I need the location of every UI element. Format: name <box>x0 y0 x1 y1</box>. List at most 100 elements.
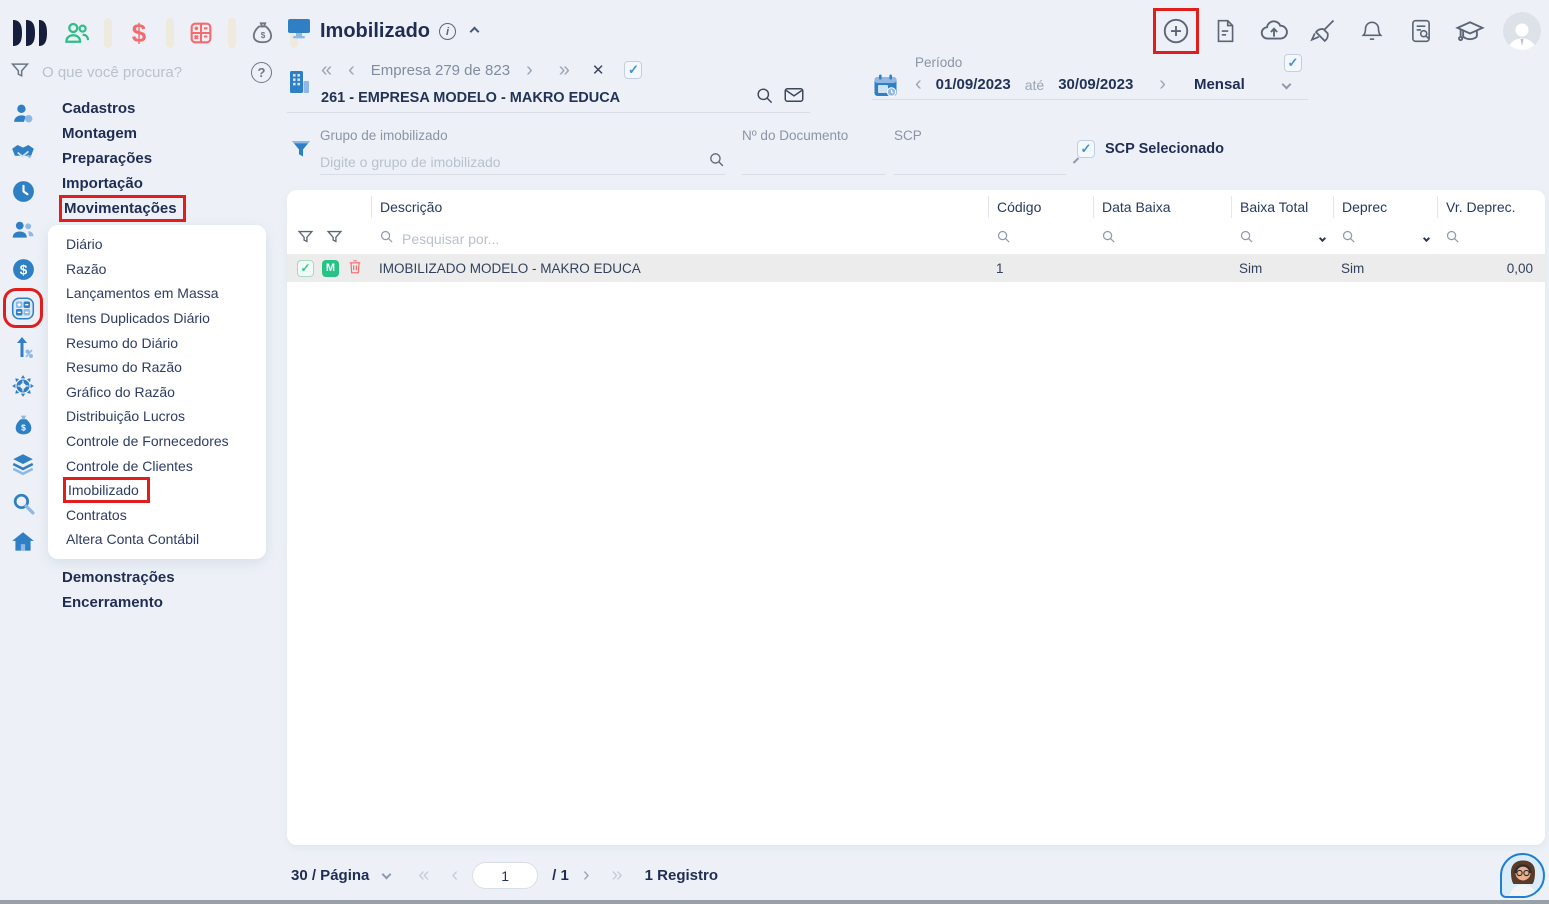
row-m-badge[interactable]: M <box>322 259 339 277</box>
submenu-item-resumo-do-diario[interactable]: Resumo do Diário <box>48 330 266 355</box>
period-end-date[interactable]: 30/09/2023 <box>1058 76 1133 93</box>
period-mode-chevron-icon[interactable] <box>1281 79 1292 90</box>
global-search-placeholder[interactable]: O que você procura? <box>42 64 239 81</box>
company-prev-button[interactable]: ‹ <box>348 59 355 82</box>
search-icon[interactable] <box>1101 229 1116 249</box>
last-page-button[interactable]: » <box>612 864 623 887</box>
sidebar-item-movimentacoes[interactable]: Movimentações <box>0 195 282 222</box>
chevron-down-icon[interactable] <box>1318 234 1327 243</box>
filter-icon <box>289 136 313 167</box>
table-search-input[interactable] <box>402 230 980 247</box>
company-search-icon[interactable] <box>755 86 774 110</box>
submenu-item-lancamentos-em-massa[interactable]: Lançamentos em Massa <box>48 281 266 306</box>
graduation-cap-icon[interactable] <box>1454 15 1486 47</box>
page-number-input[interactable] <box>472 862 539 889</box>
chevron-down-icon[interactable] <box>381 869 392 879</box>
info-icon[interactable]: i <box>439 23 456 40</box>
sidebar-item-importacao[interactable]: Importação <box>0 171 282 196</box>
period-start-date[interactable]: 01/09/2023 <box>936 76 1011 93</box>
per-page-select[interactable]: 30 / Página <box>291 867 369 884</box>
controls-column-header <box>287 196 371 218</box>
next-page-button[interactable]: › <box>583 864 590 887</box>
prev-page-button[interactable]: ‹ <box>452 864 459 887</box>
trash-icon[interactable] <box>347 258 363 278</box>
row-checkbox[interactable]: ✓ <box>297 259 314 277</box>
search-icon[interactable] <box>708 151 725 173</box>
cell-vr-deprec: 0,00 <box>1506 260 1533 276</box>
group-filter-input[interactable] <box>320 153 708 170</box>
chevron-down-icon[interactable] <box>1422 234 1431 243</box>
divider <box>104 18 112 48</box>
column-header-vr-deprec[interactable]: Vr. Deprec. <box>1437 195 1545 218</box>
search-icon[interactable] <box>1239 229 1254 249</box>
sidebar-item-preparacoes[interactable]: Preparações <box>0 146 282 171</box>
submenu-item-razao[interactable]: Razão <box>48 257 266 282</box>
first-page-button[interactable]: « <box>418 864 429 887</box>
filter-funnel-icon[interactable] <box>326 228 343 250</box>
support-chat-avatar[interactable] <box>1500 853 1545 898</box>
submenu-item-altera-conta-contabil[interactable]: Altera Conta Contábil <box>48 527 266 552</box>
help-icon[interactable]: ? <box>251 62 272 83</box>
company-first-button[interactable]: « <box>321 59 332 82</box>
period-selector: Período ✓ ‹ 01/09/2023 até 30/09/2023 › … <box>872 54 1308 100</box>
column-header-codigo[interactable]: Código <box>988 195 1093 218</box>
period-separator: até <box>1024 76 1045 93</box>
sidebar-item-encerramento[interactable]: Encerramento <box>0 590 282 615</box>
period-checkbox[interactable]: ✓ <box>1284 54 1302 72</box>
money-bag-icon[interactable]: $ <box>246 16 280 50</box>
period-prev-button[interactable]: ‹ <box>915 73 922 96</box>
calculator-icon[interactable] <box>184 16 218 50</box>
report-file-icon[interactable] <box>1209 15 1241 47</box>
company-last-button[interactable]: » <box>559 59 570 82</box>
column-header-data-baixa[interactable]: Data Baixa <box>1093 195 1231 218</box>
period-mode[interactable]: Mensal <box>1194 76 1245 93</box>
cloud-upload-icon[interactable] <box>1258 15 1290 47</box>
submenu-item-controle-de-fornecedores[interactable]: Controle de Fornecedores <box>48 429 266 454</box>
submenu-item-resumo-do-razao[interactable]: Resumo do Razão <box>48 355 266 380</box>
column-header-baixa-total[interactable]: Baixa Total <box>1231 195 1333 218</box>
search-icon[interactable] <box>996 229 1011 249</box>
page-title: Imobilizado <box>320 20 430 42</box>
column-header-descricao[interactable]: Descrição <box>371 195 988 218</box>
audit-search-icon[interactable] <box>1405 15 1437 47</box>
table-row[interactable]: ✓ M IMOBILIZADO MODELO - MAKRO EDUCA 1 S… <box>287 254 1545 282</box>
people-icon[interactable] <box>60 16 94 50</box>
company-name: 261 - EMPRESA MODELO - MAKRO EDUCA <box>321 89 621 106</box>
submenu-item-itens-duplicados-diario[interactable]: Itens Duplicados Diário <box>48 306 266 331</box>
global-search[interactable]: O que você procura? ? <box>10 60 272 85</box>
building-icon <box>287 69 311 100</box>
broom-icon[interactable] <box>1307 15 1339 47</box>
submenu-item-controle-de-clientes[interactable]: Controle de Clientes <box>48 453 266 478</box>
sidebar-item-cadastros[interactable]: Cadastros <box>0 96 282 121</box>
filter-icon <box>10 60 30 85</box>
add-button[interactable] <box>1153 8 1199 54</box>
table-filter-row <box>287 223 1545 254</box>
submenu-item-distribuicao-lucros[interactable]: Distribuição Lucros <box>48 404 266 429</box>
column-header-deprec[interactable]: Deprec <box>1333 195 1437 218</box>
scp-filter-select[interactable] <box>894 153 1075 170</box>
scp-filter-label: SCP <box>894 128 922 143</box>
search-icon[interactable] <box>1341 229 1356 249</box>
cell-baixa-total: Sim <box>1239 260 1263 276</box>
filter-funnel-icon[interactable] <box>297 228 314 250</box>
submenu-item-contratos[interactable]: Contratos <box>48 503 266 528</box>
company-clear-icon[interactable]: ✕ <box>592 61 605 79</box>
dollar-icon[interactable]: $ <box>122 16 156 50</box>
company-checkbox[interactable]: ✓ <box>624 61 643 79</box>
company-next-button[interactable]: › <box>526 59 533 82</box>
scp-selected-checkbox[interactable]: ✓ <box>1077 140 1095 158</box>
imobilizado-table-panel: Descrição Código Data Baixa Baixa Total … <box>287 190 1545 845</box>
bell-icon[interactable] <box>1356 15 1388 47</box>
divider <box>166 18 174 48</box>
submenu-item-grafico-do-razao[interactable]: Gráfico do Razão <box>48 380 266 405</box>
submenu-item-imobilizado[interactable]: Imobilizado <box>48 477 266 504</box>
mail-icon[interactable] <box>784 87 804 108</box>
sidebar-item-montagem[interactable]: Montagem <box>0 121 282 146</box>
period-next-button[interactable]: › <box>1159 73 1166 96</box>
collapse-header-icon[interactable] <box>469 26 480 37</box>
search-icon[interactable] <box>1445 229 1460 249</box>
submenu-item-diario[interactable]: Diário <box>48 232 266 257</box>
search-icon <box>379 229 394 249</box>
sidebar-item-demonstracoes[interactable]: Demonstrações <box>0 565 282 590</box>
user-avatar[interactable] <box>1503 12 1541 50</box>
